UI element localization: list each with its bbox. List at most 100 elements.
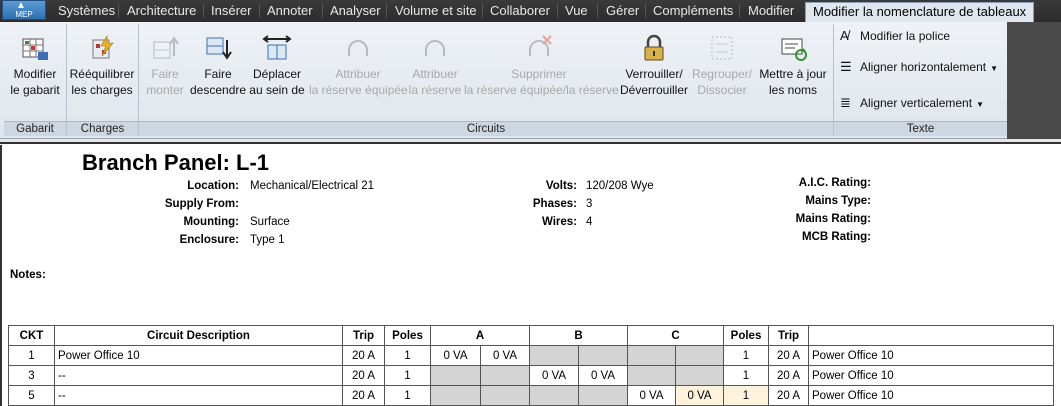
description-cell[interactable]: -- xyxy=(54,365,343,386)
verrouiller-button[interactable]: Verrouiller/ Déverrouiller xyxy=(618,30,690,98)
supply-from-label: Supply From: xyxy=(164,198,239,210)
phase-b-load-cell[interactable]: 0 VA xyxy=(578,365,628,386)
phase-a-load-cell[interactable] xyxy=(480,365,530,386)
location-value[interactable]: Mechanical/Electrical 21 xyxy=(250,180,374,192)
tab-inserer[interactable]: Insérer xyxy=(211,3,251,21)
supprimer-label-2: la réserve équipée/la réserve xyxy=(464,83,619,97)
phases-value[interactable]: 3 xyxy=(586,198,592,210)
tab-modifier[interactable]: Modifier xyxy=(748,3,794,21)
tab-systemes[interactable]: Systèmes xyxy=(58,3,115,21)
tab-analyser[interactable]: Analyser xyxy=(330,3,381,21)
notes-label: Notes: xyxy=(10,269,46,281)
ribbon-tab-bar: ▲ MEP Systèmes Architecture Insérer Anno… xyxy=(0,0,1061,23)
tab-complements[interactable]: Compléments xyxy=(653,3,733,21)
modifier-police-label: Modifier la police xyxy=(860,29,951,43)
table-row[interactable]: 5 -- 20 A 1 0 VA 0 VA 1 20 A Power Offic… xyxy=(8,385,1054,406)
tab-gerer[interactable]: Gérer xyxy=(606,3,639,21)
supprimer-reserve-button[interactable]: Supprimer la réserve équipée/la réserve xyxy=(464,30,619,98)
phase-b-load-cell[interactable] xyxy=(578,385,628,406)
phase-b-load-cell[interactable] xyxy=(529,345,579,366)
reequilibrer-label-2: les charges xyxy=(71,83,133,97)
table-row[interactable]: 3 -- 20 A 1 0 VA 0 VA 1 20 A Power Offic… xyxy=(8,365,1054,386)
col-description-header: Circuit Description xyxy=(54,325,343,346)
poles-cell[interactable]: 1 xyxy=(384,345,431,366)
wires-value[interactable]: 4 xyxy=(586,216,592,228)
modifier-police-button[interactable]: A̸ Modifier la police xyxy=(840,28,950,43)
tab-vue[interactable]: Vue xyxy=(565,3,588,21)
description-right-cell[interactable]: Power Office 10 xyxy=(808,365,1054,386)
phase-b-load-cell[interactable]: 0 VA xyxy=(529,365,579,386)
attribuer-eq-label-1: Attribuer xyxy=(335,67,381,81)
aligner-horizontalement-dropdown[interactable]: ☰ Aligner horizontalement ▼ xyxy=(840,59,998,75)
phase-c-load-cell[interactable]: 0 VA xyxy=(627,385,676,406)
app-button-label: MEP xyxy=(15,10,33,19)
trip-cell[interactable]: 20 A xyxy=(342,365,385,386)
poles-right-cell[interactable]: 1 xyxy=(723,385,769,406)
poles-right-cell[interactable]: 1 xyxy=(723,365,769,386)
phase-c-load-cell[interactable] xyxy=(675,345,724,366)
deplacer-button[interactable]: Déplacer au sein de xyxy=(248,30,306,98)
trip-cell[interactable]: 20 A xyxy=(342,345,385,366)
col-phase-a-header: A xyxy=(430,325,530,346)
phase-c-load-cell[interactable] xyxy=(627,345,676,366)
tab-separator xyxy=(322,4,323,18)
col-ckt-header: CKT xyxy=(8,325,55,346)
description-right-cell[interactable]: Power Office 10 xyxy=(808,385,1054,406)
tab-modifier-nomenclature-tableaux[interactable]: Modifier la nomenclature de tableaux xyxy=(805,2,1035,23)
align-horizontal-icon: ☰ xyxy=(840,59,852,74)
tab-separator xyxy=(645,4,646,18)
phase-a-load-cell[interactable]: 0 VA xyxy=(430,345,481,366)
phase-c-load-cell[interactable] xyxy=(675,365,724,386)
phase-a-load-cell[interactable] xyxy=(480,385,530,406)
wires-label: Wires: xyxy=(541,216,577,228)
faire-monter-button[interactable]: Faire monter xyxy=(145,30,185,98)
aligner-verticalement-dropdown[interactable]: ≣ Aligner verticalement ▼ xyxy=(840,95,984,111)
app-logo-icon: ▲ xyxy=(16,0,26,11)
description-cell[interactable]: Power Office 10 xyxy=(54,345,343,366)
tab-annoter[interactable]: Annoter xyxy=(267,3,313,21)
attribuer-res-label-2: la réserve xyxy=(408,83,462,97)
trip-right-cell[interactable]: 20 A xyxy=(768,345,809,366)
tab-volume-et-site[interactable]: Volume et site xyxy=(395,3,477,21)
phase-b-load-cell[interactable] xyxy=(529,385,579,406)
attribuer-reserve-button[interactable]: Attribuer la réserve xyxy=(408,30,462,98)
application-menu-button[interactable]: ▲ MEP xyxy=(2,0,46,20)
tab-collaborer[interactable]: Collaborer xyxy=(490,3,550,21)
poles-cell[interactable]: 1 xyxy=(384,385,431,406)
phase-c-load-cell[interactable] xyxy=(627,365,676,386)
tab-architecture[interactable]: Architecture xyxy=(127,3,196,21)
trip-right-cell[interactable]: 20 A xyxy=(768,365,809,386)
regrouper-button[interactable]: Regrouper/ Dissocier xyxy=(691,30,753,98)
trip-cell[interactable]: 20 A xyxy=(342,385,385,406)
poles-cell[interactable]: 1 xyxy=(384,365,431,386)
description-right-cell[interactable]: Power Office 10 xyxy=(808,345,1054,366)
ckt-cell[interactable]: 3 xyxy=(8,365,55,386)
mcb-rating-label: MCB Rating: xyxy=(802,231,871,243)
phase-a-load-cell[interactable]: 0 VA xyxy=(480,345,530,366)
ribbon-empty-area xyxy=(1007,22,1061,139)
col-poles-right-header: Poles xyxy=(723,325,769,346)
edit-template-icon xyxy=(22,38,48,60)
ckt-cell[interactable]: 1 xyxy=(8,345,55,366)
phase-b-load-cell[interactable] xyxy=(578,345,628,366)
phase-a-load-cell[interactable] xyxy=(430,385,481,406)
trip-right-cell[interactable]: 20 A xyxy=(768,385,809,406)
enclosure-value[interactable]: Type 1 xyxy=(250,234,285,246)
mounting-value[interactable]: Surface xyxy=(250,216,290,228)
modifier-gabarit-button[interactable]: Modifier le gabarit xyxy=(7,30,63,98)
phase-a-load-cell[interactable] xyxy=(430,365,481,386)
volts-value[interactable]: 120/208 Wye xyxy=(586,180,654,192)
attribuer-reserve-equipee-button[interactable]: Attribuer la réserve équipée xyxy=(309,30,408,98)
mettre-a-jour-noms-button[interactable]: Mettre à jour les noms xyxy=(757,30,829,98)
tab-separator xyxy=(482,4,483,18)
rebalance-loads-icon xyxy=(92,34,114,59)
description-cell[interactable]: -- xyxy=(54,385,343,406)
panel-schedule-title[interactable]: Branch Panel: L-1 xyxy=(82,150,269,176)
phase-c-load-cell[interactable]: 0 VA xyxy=(675,385,724,406)
table-row[interactable]: 1 Power Office 10 20 A 1 0 VA 0 VA 1 20 … xyxy=(8,345,1054,366)
ckt-cell[interactable]: 5 xyxy=(8,385,55,406)
reequilibrer-charges-button[interactable]: Rééquilibrer les charges xyxy=(68,30,136,98)
supprimer-label-1: Supprimer xyxy=(511,67,567,81)
poles-right-cell[interactable]: 1 xyxy=(723,345,769,366)
faire-descendre-button[interactable]: Faire descendre xyxy=(190,30,246,98)
